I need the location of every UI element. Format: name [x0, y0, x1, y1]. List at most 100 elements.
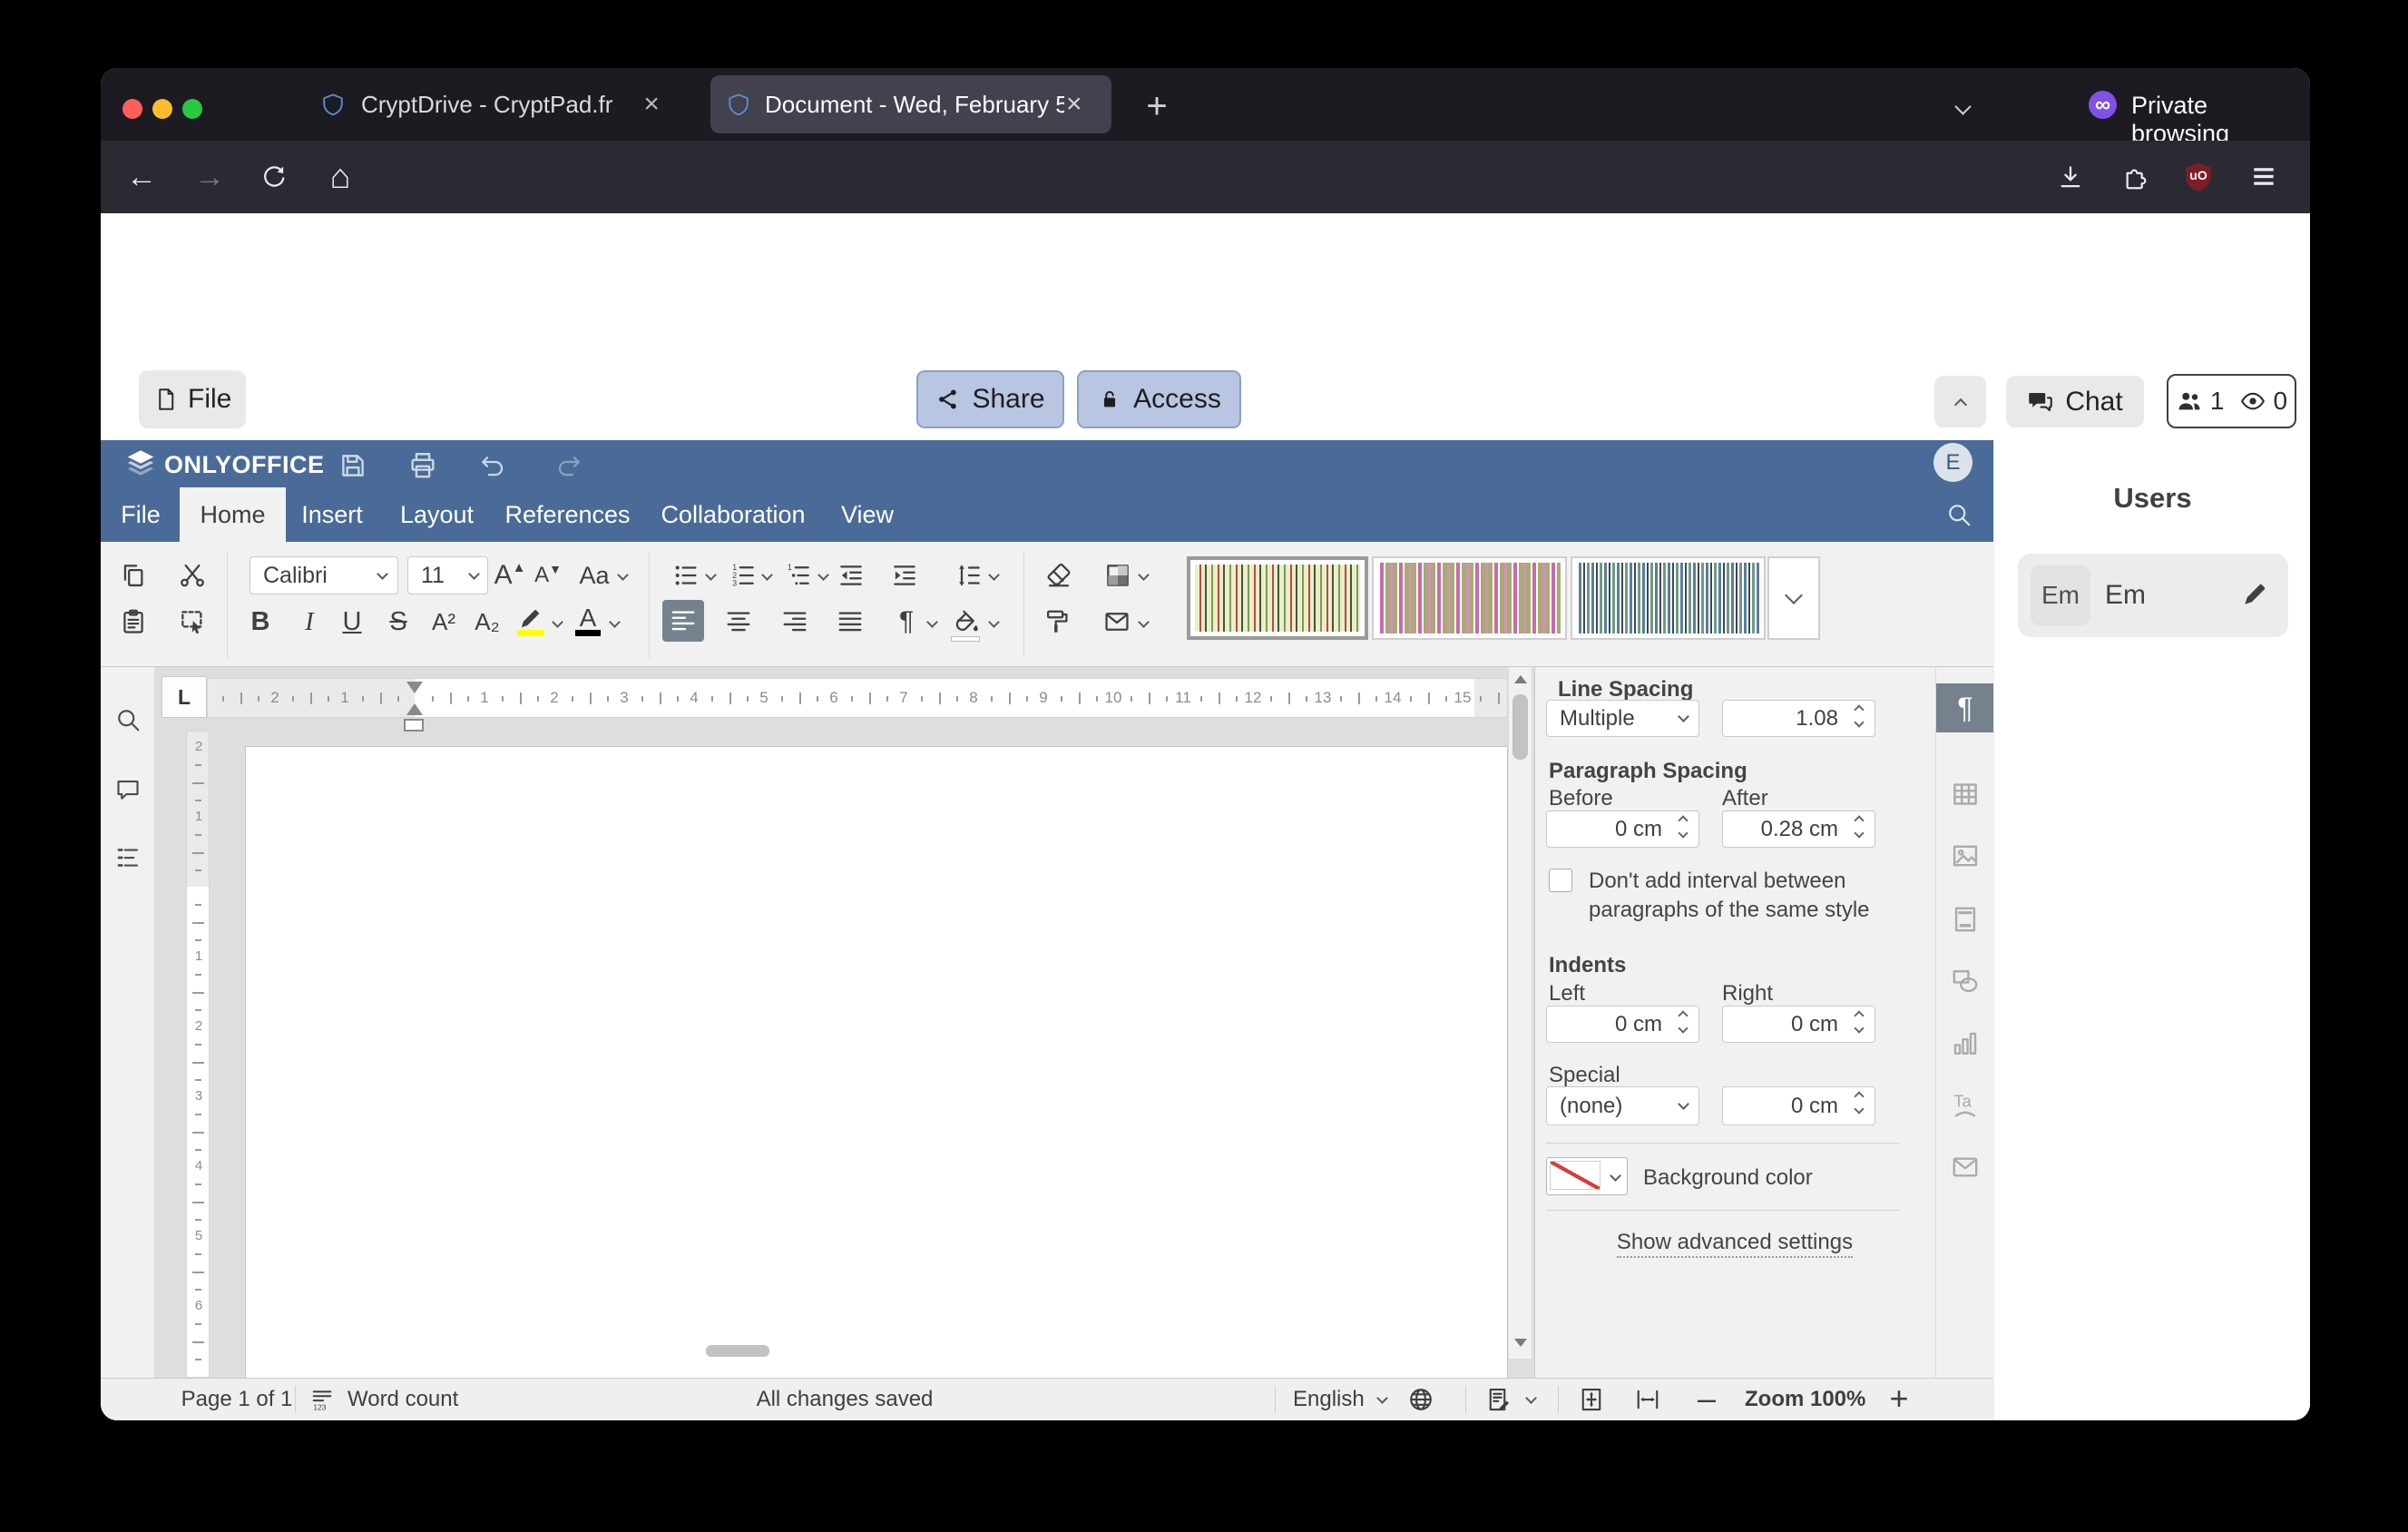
- file-menu-button[interactable]: File: [139, 370, 246, 428]
- strikethrough-button[interactable]: S: [378, 602, 418, 642]
- align-left-button-active[interactable]: [662, 600, 704, 642]
- header-footer-settings-tab[interactable]: [1949, 903, 1982, 936]
- spinner[interactable]: [1851, 817, 1867, 837]
- find-button[interactable]: [112, 703, 144, 736]
- table-shading-button[interactable]: [1098, 555, 1138, 595]
- vertical-scrollbar[interactable]: [1508, 667, 1532, 1359]
- underline-button[interactable]: U: [332, 602, 372, 642]
- horizontal-ruler[interactable]: 21123456789101112131415: [207, 678, 1508, 718]
- presence-counter[interactable]: 1 0: [2167, 374, 2296, 428]
- interval-checkbox[interactable]: [1549, 869, 1572, 892]
- paragraph-shading-button[interactable]: [945, 602, 985, 642]
- spellcheck-globe-icon[interactable]: [1407, 1386, 1434, 1413]
- paste-button[interactable]: [113, 602, 153, 642]
- page-number-status[interactable]: Page 1 of 1: [164, 1387, 309, 1412]
- numbered-list-dropdown-icon[interactable]: [761, 569, 773, 581]
- tab-overflow-button[interactable]: [1943, 88, 1982, 124]
- menu-hamburger-button[interactable]: ≡: [2242, 155, 2286, 199]
- language-dropdown-icon[interactable]: [1376, 1392, 1388, 1404]
- zoom-out-button[interactable]: –: [1689, 1380, 1725, 1417]
- downloads-button[interactable]: [2049, 155, 2092, 199]
- language-selector[interactable]: English: [1293, 1387, 1365, 1412]
- decrease-font-button[interactable]: A▼: [528, 555, 568, 595]
- word-count-button[interactable]: Word count: [347, 1387, 458, 1412]
- save-button[interactable]: [333, 446, 373, 486]
- change-case-button[interactable]: Aa: [569, 555, 620, 595]
- spinner[interactable]: [1675, 1012, 1691, 1032]
- reload-button[interactable]: [252, 155, 296, 199]
- forward-button[interactable]: →: [188, 155, 231, 199]
- mail-merge-dropdown-icon[interactable]: [1138, 616, 1150, 628]
- spinner[interactable]: [1851, 1093, 1867, 1113]
- editor-search-icon[interactable]: [1939, 495, 1979, 535]
- decrease-indent-button[interactable]: [831, 555, 871, 595]
- menu-tab-references[interactable]: References: [503, 487, 632, 542]
- font-color-dropdown-icon[interactable]: [609, 616, 621, 628]
- edit-name-pencil-icon[interactable]: [2241, 579, 2270, 608]
- chat-button[interactable]: Chat: [2006, 376, 2144, 427]
- multilevel-list-dropdown-icon[interactable]: [817, 569, 829, 581]
- text-art-settings-tab[interactable]: [1949, 1089, 1982, 1122]
- style-preview-no-spacing[interactable]: [1372, 556, 1567, 640]
- multilevel-list-button[interactable]: [778, 555, 818, 595]
- style-gallery-expand-button[interactable]: [1767, 556, 1820, 640]
- fit-page-button[interactable]: [1578, 1386, 1605, 1413]
- comments-button[interactable]: [112, 774, 144, 807]
- font-size-select[interactable]: 11: [407, 556, 488, 594]
- select-all-button[interactable]: [172, 602, 212, 642]
- superscript-button[interactable]: A²: [424, 602, 464, 642]
- tab-stop-selector[interactable]: L: [162, 676, 207, 718]
- new-tab-button[interactable]: +: [1135, 84, 1179, 128]
- highlight-dropdown-icon[interactable]: [552, 616, 563, 628]
- copy-button[interactable]: [113, 555, 153, 595]
- paragraph-marks-button[interactable]: ¶: [886, 602, 926, 642]
- scroll-down-arrow[interactable]: [1514, 1339, 1527, 1347]
- clear-style-button[interactable]: [1039, 555, 1079, 595]
- bullet-list-button[interactable]: [666, 555, 706, 595]
- redo-button[interactable]: [549, 446, 589, 486]
- collapse-toolbar-button[interactable]: [1934, 376, 1986, 427]
- close-tab-icon[interactable]: ×: [643, 89, 660, 120]
- bold-button[interactable]: B: [240, 602, 280, 642]
- vertical-ruler[interactable]: 21123456: [186, 731, 210, 1378]
- paragraph-marks-dropdown-icon[interactable]: [926, 616, 938, 628]
- navigation-headings-button[interactable]: [112, 841, 144, 874]
- bullet-list-dropdown-icon[interactable]: [705, 569, 717, 581]
- ublock-origin-button[interactable]: uO: [2177, 155, 2220, 199]
- editor-user-avatar[interactable]: E: [1933, 443, 1972, 482]
- menu-tab-collaboration[interactable]: Collaboration: [660, 487, 807, 542]
- shading-dropdown-icon[interactable]: [1138, 569, 1150, 581]
- table-settings-tab[interactable]: [1949, 778, 1982, 810]
- paragraph-settings-tab-active[interactable]: ¶: [1936, 683, 1993, 732]
- spinner[interactable]: [1675, 817, 1691, 837]
- track-changes-button[interactable]: [1485, 1386, 1512, 1413]
- cut-button[interactable]: [172, 555, 212, 595]
- chart-settings-tab[interactable]: [1949, 1027, 1982, 1060]
- vertical-scroll-thumb[interactable]: [1512, 694, 1528, 760]
- menu-tab-view[interactable]: View: [834, 487, 901, 542]
- increase-indent-button[interactable]: [885, 555, 925, 595]
- zoom-in-button[interactable]: +: [1881, 1380, 1917, 1417]
- extensions-button[interactable]: [2114, 155, 2158, 199]
- italic-button[interactable]: I: [289, 602, 329, 642]
- menu-tab-insert[interactable]: Insert: [297, 487, 367, 542]
- copy-style-button[interactable]: [1037, 602, 1077, 642]
- undo-button[interactable]: [473, 446, 513, 486]
- background-color-picker[interactable]: [1546, 1157, 1628, 1195]
- fit-width-button[interactable]: [1634, 1386, 1661, 1413]
- minimize-window-button[interactable]: [152, 99, 172, 119]
- justify-button[interactable]: [830, 602, 870, 642]
- close-window-button[interactable]: [122, 99, 142, 119]
- spacing-after-input[interactable]: 0.28 cm: [1722, 810, 1875, 848]
- tab-cryptdrive[interactable]: CryptDrive - CryptPad.fr ×: [314, 75, 704, 133]
- numbered-list-button[interactable]: [723, 555, 763, 595]
- home-button[interactable]: ⌂: [318, 155, 362, 199]
- shape-settings-tab[interactable]: [1949, 965, 1982, 997]
- access-button[interactable]: Access: [1077, 370, 1241, 428]
- menu-tab-layout[interactable]: Layout: [395, 487, 479, 542]
- close-tab-icon[interactable]: ×: [1066, 89, 1082, 120]
- indent-left-input[interactable]: 0 cm: [1546, 1006, 1699, 1043]
- first-line-indent-marker[interactable]: [406, 682, 423, 693]
- print-button[interactable]: [403, 446, 443, 486]
- document-page[interactable]: [245, 746, 1508, 1378]
